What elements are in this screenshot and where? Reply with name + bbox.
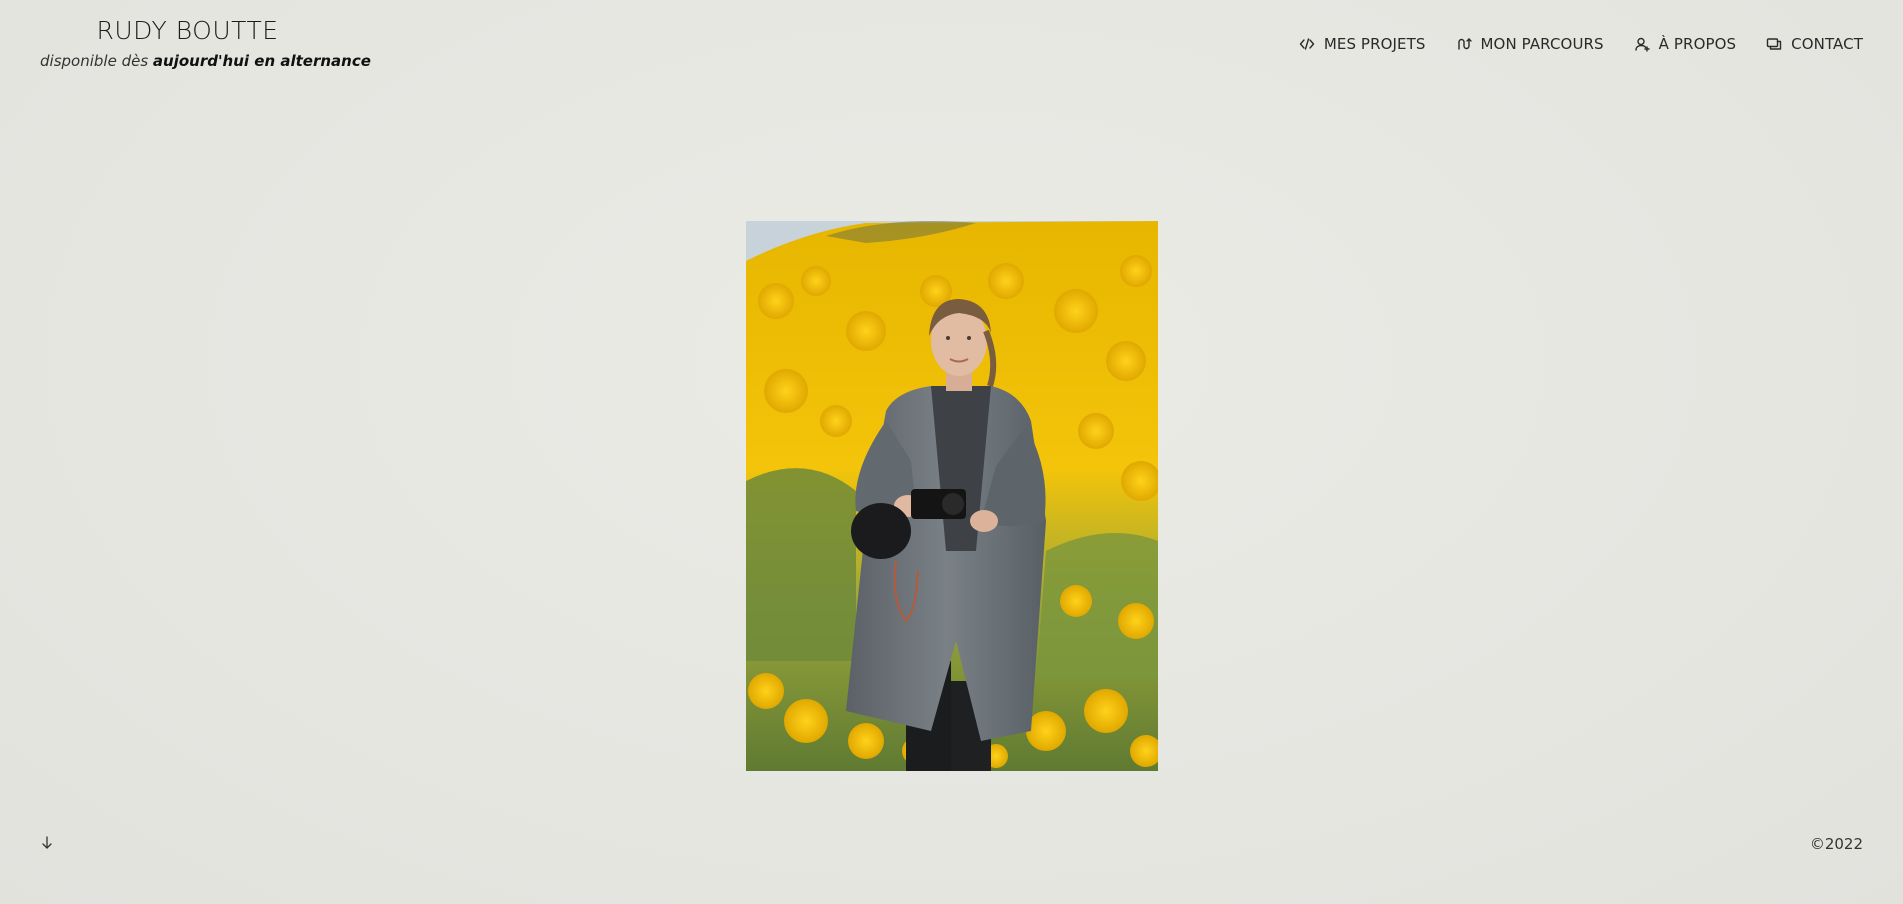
nav-item-about[interactable]: À PROPOS (1634, 35, 1736, 53)
nav-item-projects[interactable]: MES PROJETS (1299, 35, 1426, 53)
hero-portrait-photo (746, 221, 1158, 771)
brand-name-link[interactable]: RUDY BOUTTE (40, 14, 335, 48)
code-icon (1299, 38, 1315, 50)
nav-item-label: MON PARCOURS (1480, 35, 1604, 53)
nav-item-contact[interactable]: CONTACT (1766, 35, 1863, 53)
arrow-down-icon (42, 836, 52, 849)
nav-item-label: À PROPOS (1658, 35, 1737, 53)
nav-item-label: CONTACT (1791, 35, 1863, 53)
tagline-prefix: disponible dès (40, 52, 153, 70)
copyright-text: ©2022 (1809, 835, 1863, 853)
page: RUDY BOUTTE disponible dès aujourd'hui e… (0, 0, 1903, 904)
scroll-down-button[interactable] (39, 834, 55, 852)
nav-item-label: MES PROJETS (1323, 35, 1426, 53)
tagline-emphasis: aujourd'hui en alternance (152, 52, 371, 70)
user-icon (1634, 37, 1650, 52)
nav-item-parcours[interactable]: MON PARCOURS (1456, 35, 1604, 53)
route-icon (1457, 38, 1472, 50)
availability-tagline: disponible dès aujourd'hui en alternance (40, 52, 371, 70)
portrait-illustration (746, 221, 1158, 771)
main-nav: MES PROJETS MON PARCOURS À PROPOS CONTAC… (1299, 35, 1863, 53)
brand-block: RUDY BOUTTE disponible dès aujourd'hui e… (40, 14, 371, 70)
chat-icon (1766, 38, 1782, 50)
